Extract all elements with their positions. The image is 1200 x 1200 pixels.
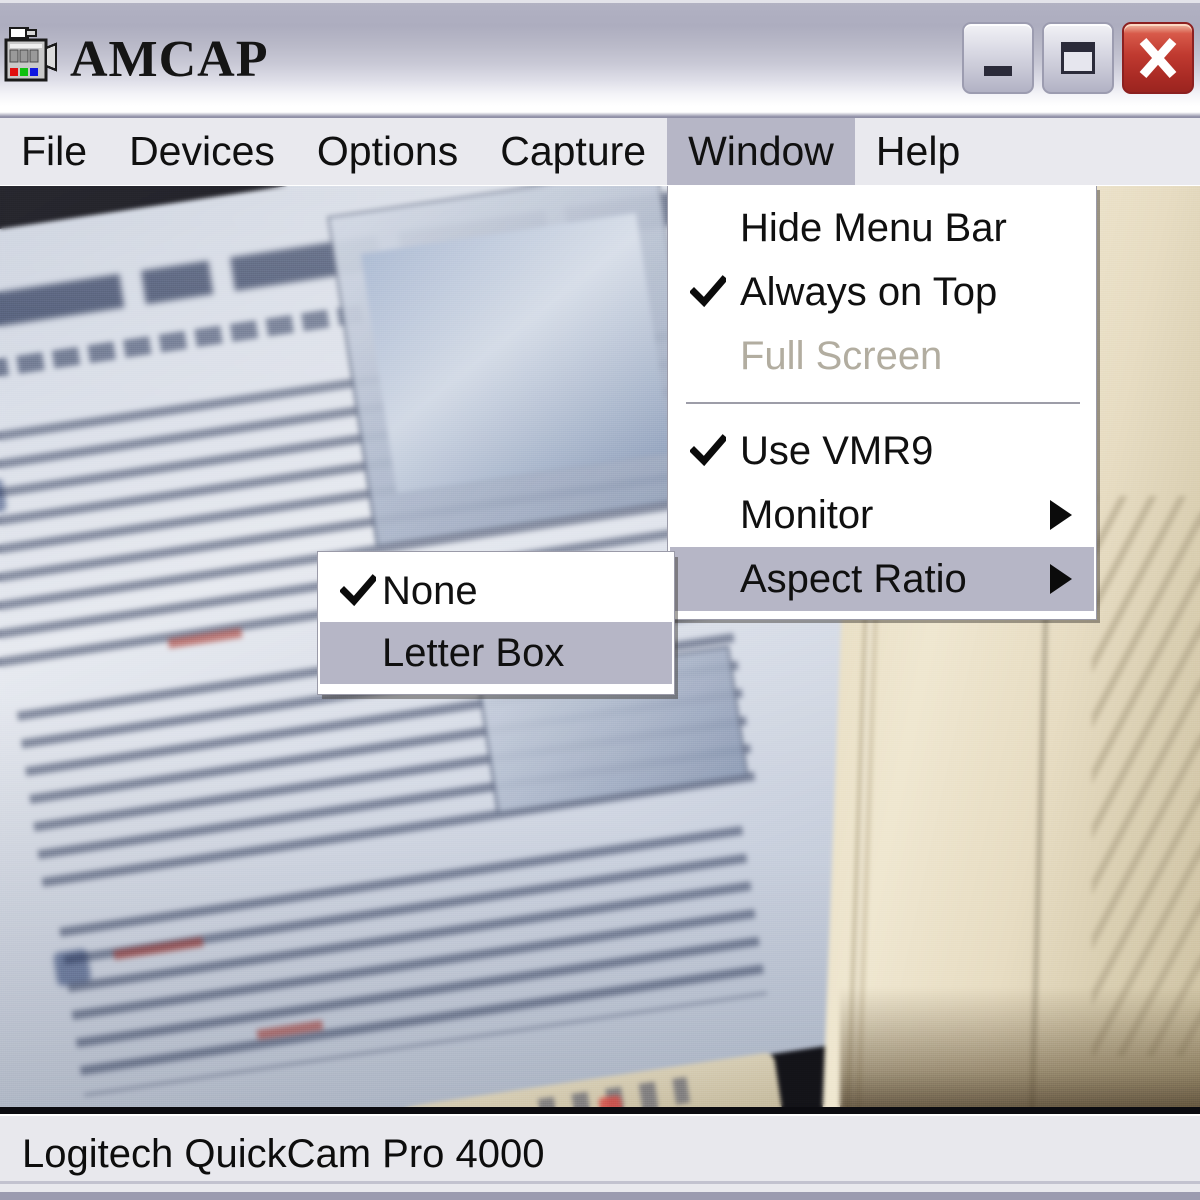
menu-window[interactable]: Window <box>667 118 855 185</box>
close-icon <box>1139 38 1177 78</box>
menu-item-aspect-ratio-label: Aspect Ratio <box>740 556 967 601</box>
amcap-window: AMCAP File Devices Options Capture Windo… <box>0 0 1200 1200</box>
menu-help-label: Help <box>875 128 961 174</box>
chevron-right-icon <box>1050 500 1072 530</box>
menu-item-always-on-top-label: Always on Top <box>740 269 998 314</box>
camcorder-icon[interactable] <box>4 26 60 88</box>
menu-window-label: Window <box>688 128 834 174</box>
menu-help[interactable]: Help <box>855 118 981 185</box>
chevron-right-icon <box>1050 564 1072 594</box>
menu-bar: File Devices Options Capture Window Help <box>0 118 1200 186</box>
menu-capture[interactable]: Capture <box>479 118 667 185</box>
minimize-icon <box>984 66 1012 76</box>
minimize-button[interactable] <box>962 22 1034 94</box>
menu-item-full-screen-label: Full Screen <box>740 333 943 378</box>
submenu-item-none[interactable]: None <box>320 560 672 622</box>
window-dropdown-menu: Hide Menu Bar Always on Top Full Screen … <box>667 186 1097 620</box>
menu-item-aspect-ratio[interactable]: Aspect Ratio <box>670 547 1094 611</box>
menu-item-use-vmr9-label: Use VMR9 <box>740 428 934 473</box>
title-bar[interactable]: AMCAP <box>0 0 1200 118</box>
checkmark-icon <box>690 434 726 467</box>
video-preview[interactable]: Hide Menu Bar Always on Top Full Screen … <box>0 186 1200 1114</box>
submenu-item-letter-box-label: Letter Box <box>382 630 565 675</box>
window-controls <box>962 22 1194 94</box>
menu-item-always-on-top[interactable]: Always on Top <box>670 260 1094 324</box>
status-bar: Logitech QuickCam Pro 4000 <box>0 1114 1200 1200</box>
menu-item-hide-menu-bar-label: Hide Menu Bar <box>740 205 1007 250</box>
menu-capture-label: Capture <box>500 128 647 174</box>
menu-options-label: Options <box>316 128 459 174</box>
aspect-ratio-submenu: None Letter Box <box>317 551 675 695</box>
menu-item-monitor[interactable]: Monitor <box>670 483 1094 547</box>
checkmark-icon <box>340 574 376 607</box>
menu-file-label: File <box>21 128 88 174</box>
menu-options[interactable]: Options <box>296 118 479 185</box>
menu-devices[interactable]: Devices <box>108 118 296 185</box>
submenu-item-letter-box[interactable]: Letter Box <box>320 622 672 684</box>
menu-separator <box>686 402 1080 405</box>
computer-tower-shadow <box>840 987 1200 1107</box>
submenu-item-none-label: None <box>382 568 478 613</box>
menu-file[interactable]: File <box>0 118 108 185</box>
menu-item-monitor-label: Monitor <box>740 492 874 537</box>
monitor-power-led <box>598 1094 623 1107</box>
status-device-name: Logitech QuickCam Pro 4000 <box>22 1132 545 1176</box>
computer-tower-vents <box>1092 496 1200 1056</box>
menu-item-hide-menu-bar[interactable]: Hide Menu Bar <box>670 196 1094 260</box>
screen-screenshot-thumbnail-1 <box>327 186 707 547</box>
menu-item-full-screen: Full Screen <box>670 324 1094 388</box>
menu-item-use-vmr9[interactable]: Use VMR9 <box>670 419 1094 483</box>
close-button[interactable] <box>1122 22 1194 94</box>
title-bar-top-highlight <box>0 0 1200 3</box>
menu-devices-label: Devices <box>129 128 275 174</box>
maximize-button[interactable] <box>1042 22 1114 94</box>
checkmark-icon <box>690 275 726 308</box>
window-title: AMCAP <box>70 31 269 88</box>
maximize-icon <box>1061 42 1095 74</box>
